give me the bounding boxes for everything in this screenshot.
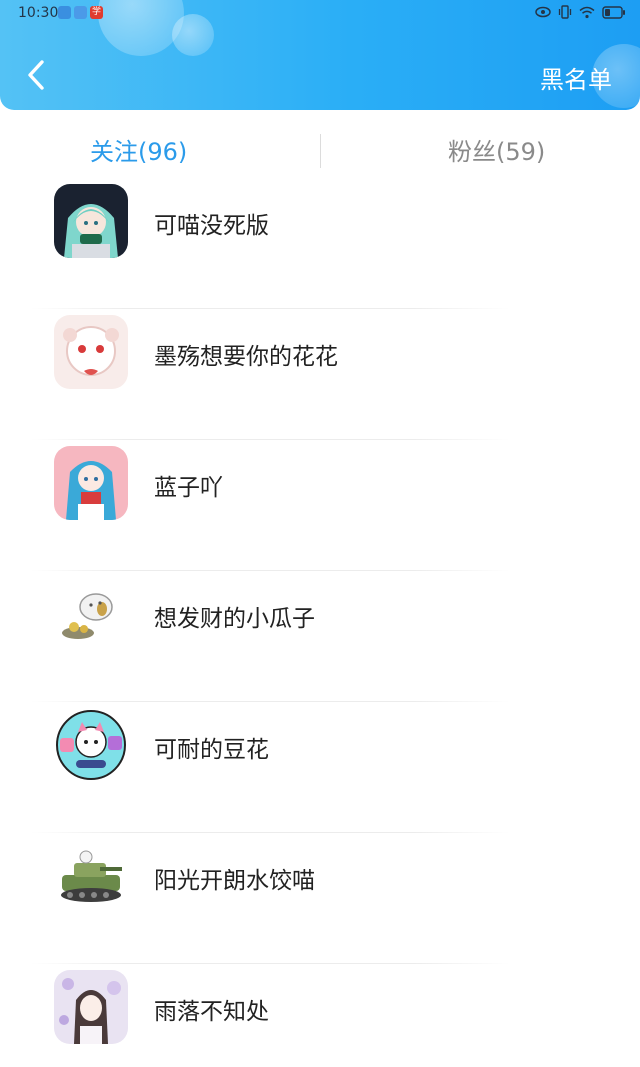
list-item[interactable]: 墨殇想要你的花花: [0, 309, 640, 440]
blacklist-button[interactable]: 黑名单: [540, 60, 612, 95]
chevron-left-icon: [28, 60, 44, 90]
tab-fans[interactable]: 粉丝(59): [448, 132, 545, 167]
list-item[interactable]: 雨落不知处: [0, 964, 640, 1067]
list-item[interactable]: 想发财的小瓜子: [0, 571, 640, 702]
avatar[interactable]: [54, 970, 128, 1044]
avatar[interactable]: [54, 315, 128, 389]
user-name: 可喵没死版: [154, 213, 269, 239]
top-header: 10:30 学 黑名单: [0, 0, 640, 110]
user-name: 阳光开朗水饺喵: [154, 868, 315, 894]
status-time: 10:30: [18, 5, 59, 21]
status-app-icons: 学: [58, 6, 103, 19]
avatar[interactable]: [54, 446, 128, 520]
list-item[interactable]: 蓝子吖: [0, 440, 640, 571]
wifi-icon: [579, 6, 595, 18]
back-button[interactable]: [18, 52, 54, 98]
tab-bar: 关注(96) 粉丝(59): [0, 132, 640, 176]
status-indicators: [535, 5, 626, 19]
user-name: 雨落不知处: [154, 999, 269, 1025]
avatar[interactable]: [54, 839, 128, 913]
avatar[interactable]: [54, 184, 128, 258]
avatar[interactable]: [54, 577, 128, 651]
app-notification-icon: 学: [90, 6, 103, 19]
user-name: 可耐的豆花: [154, 737, 269, 763]
user-name: 墨殇想要你的花花: [154, 344, 338, 370]
status-bar: 10:30 学: [0, 0, 640, 28]
user-name: 蓝子吖: [154, 475, 223, 501]
list-item[interactable]: 阳光开朗水饺喵: [0, 833, 640, 964]
eye-icon: [535, 6, 551, 18]
avatar[interactable]: [54, 708, 128, 782]
app-notification-icon: [74, 6, 87, 19]
tab-following[interactable]: 关注(96): [90, 132, 187, 167]
tab-divider: [320, 134, 321, 168]
vibrate-icon: [558, 5, 572, 19]
battery-icon: [602, 5, 625, 19]
app-notification-icon: [58, 6, 71, 19]
following-list: 可喵没死版 墨殇想要你的花花 蓝子吖 想发财的小瓜子 可耐的豆花 阳光开朗水饺喵…: [0, 178, 640, 1067]
user-name: 想发财的小瓜子: [154, 606, 315, 632]
list-item[interactable]: 可喵没死版: [0, 178, 640, 309]
list-item[interactable]: 可耐的豆花: [0, 702, 640, 833]
